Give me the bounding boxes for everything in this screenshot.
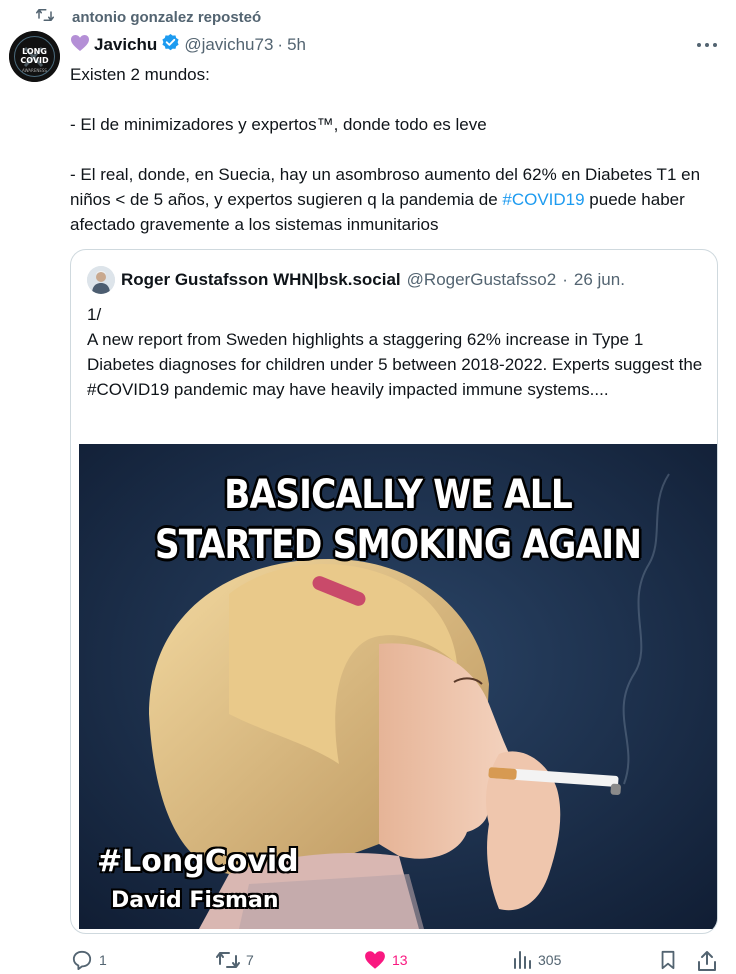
quote-handle[interactable]: @RogerGustafsso2 — [407, 270, 557, 290]
tweet-body-line-3: - El real, donde, en Suecia, hay un asom… — [70, 162, 710, 237]
views-button[interactable]: 305 — [512, 950, 561, 970]
like-button[interactable]: 13 — [364, 950, 408, 970]
reply-icon — [72, 950, 92, 970]
separator: · — [277, 35, 284, 54]
views-icon — [514, 951, 531, 969]
avatar-text-3: AWARENESS — [22, 68, 47, 73]
quote-text: 1/ A new report from Sweden highlights a… — [87, 305, 703, 399]
display-name[interactable]: Javichu — [94, 35, 157, 55]
quote-header: Roger Gustafsson WHN|bsk.social @RogerGu… — [87, 266, 625, 294]
meme-hashtag: #LongCovid — [97, 844, 299, 879]
bookmark-icon — [661, 950, 675, 970]
repost-button[interactable]: 7 — [216, 950, 254, 970]
long-covid-avatar-icon: LONG COVID AWARENESS — [9, 31, 60, 82]
handle[interactable]: @javichu73 — [184, 35, 273, 55]
meme-caption-line-1: BASICALLY WE ALL — [224, 472, 573, 518]
views-count: 305 — [538, 952, 562, 968]
action-bar: 1 7 13 305 — [0, 946, 736, 974]
share-icon — [698, 951, 716, 971]
meme-caption-line-2: STARTED SMOKING AGAIN — [154, 522, 642, 568]
avatar-text-2: COVID — [20, 56, 49, 65]
avatar[interactable]: LONG COVID AWARENESS — [9, 31, 60, 82]
quote-avatar[interactable] — [87, 266, 115, 294]
meme-credit: David Fisman — [111, 888, 279, 913]
reply-count: 1 — [99, 952, 107, 968]
tweet-header: Javichu @javichu73 · 5h — [70, 33, 306, 57]
avatar-text-1: LONG — [22, 47, 47, 56]
share-button[interactable] — [697, 950, 717, 972]
repost-header[interactable]: antonio gonzalez reposteó — [36, 6, 261, 28]
bookmark-button[interactable] — [659, 950, 677, 970]
quote-display-name[interactable]: Roger Gustafsson WHN|bsk.social — [121, 270, 401, 290]
verified-badge-icon — [161, 33, 180, 57]
tweet-body: Existen 2 mundos: - El de minimizadores … — [70, 62, 710, 237]
like-count: 13 — [392, 952, 408, 968]
repost-icon — [216, 952, 240, 968]
heart-filled-icon — [365, 951, 385, 969]
quote-timestamp[interactable]: 26 jun. — [574, 270, 625, 290]
repost-label: antonio gonzalez reposteó — [72, 8, 262, 26]
repost-count: 7 — [246, 952, 254, 968]
more-options-button[interactable] — [694, 36, 720, 54]
purple-heart-icon — [70, 34, 90, 57]
more-icon — [697, 43, 717, 47]
repost-icon — [36, 7, 54, 28]
quote-image[interactable]: BASICALLY WE ALL STARTED SMOKING AGAIN #… — [79, 444, 717, 929]
tweet-body-line-1: Existen 2 mundos: — [70, 65, 210, 84]
timestamp[interactable]: 5h — [287, 35, 306, 55]
person-avatar-icon — [87, 266, 115, 294]
quote-separator: · — [562, 270, 568, 289]
reply-button[interactable]: 1 — [71, 950, 107, 970]
hashtag-link[interactable]: #COVID19 — [502, 190, 584, 209]
quote-tweet[interactable]: Roger Gustafsson WHN|bsk.social @RogerGu… — [70, 249, 718, 934]
tweet-body-line-2: - El de minimizadores y expertos™, donde… — [70, 115, 487, 134]
